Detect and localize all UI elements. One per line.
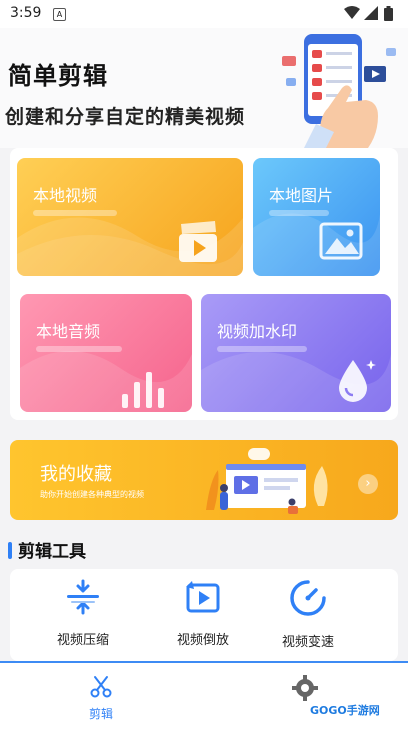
drop-icon	[339, 360, 376, 402]
card-local-audio[interactable]: 本地音频	[20, 294, 192, 412]
card-underline	[33, 210, 117, 216]
video-editing-illustration	[206, 448, 328, 514]
card-underline	[217, 346, 307, 352]
compress-icon	[67, 579, 99, 615]
tool-video-speed[interactable]: 视频变速	[258, 579, 358, 650]
tool-video-reverse[interactable]: 视频倒放	[153, 579, 253, 648]
tab-label: 剪辑	[88, 707, 113, 721]
status-bar: 3:59 A	[0, 0, 408, 28]
chevron-right-icon[interactable]: ›	[358, 474, 378, 494]
section-title: 剪辑工具	[8, 537, 86, 562]
section-accent-bar	[8, 542, 12, 559]
reverse-play-icon	[186, 581, 220, 613]
hero-banner: 简单剪辑 创建和分享自定的精美视频	[0, 28, 408, 148]
card-video-watermark[interactable]: 视频加水印	[201, 294, 391, 412]
image-icon	[319, 222, 363, 260]
tools-panel: 视频压缩 视频倒放 视频变速	[10, 569, 398, 661]
collection-title: 我的收藏	[40, 464, 112, 485]
card-label: 视频加水印	[217, 322, 298, 341]
speed-icon	[290, 580, 326, 616]
watermark-text: GOGO手游网	[310, 704, 380, 717]
tool-label: 视频倒放	[176, 633, 229, 648]
status-time: 3:59	[10, 5, 42, 21]
hero-title: 简单剪辑	[8, 62, 108, 90]
card-label: 本地图片	[269, 186, 334, 205]
section-title-text: 剪辑工具	[18, 542, 86, 562]
my-collection-banner[interactable]: 我的收藏 助你开始创建各种典型的视频 ›	[10, 440, 398, 520]
bottom-tab-bar: 剪辑 GOGO手游网	[0, 661, 408, 729]
battery-icon	[384, 6, 393, 21]
card-local-video[interactable]: 本地视频	[17, 158, 243, 276]
clapperboard-icon	[179, 221, 217, 262]
collection-description: 助你开始创建各种典型的视频	[40, 490, 144, 499]
card-underline	[36, 346, 122, 352]
tab-settings[interactable]	[275, 675, 335, 705]
signal-icon	[364, 6, 378, 20]
wifi-icon	[344, 6, 360, 19]
tool-label: 视频压缩	[56, 633, 109, 648]
phone-hand-illustration	[282, 34, 396, 148]
tool-video-compress[interactable]: 视频压缩	[33, 579, 133, 648]
hero-subtitle: 创建和分享自定的精美视频	[5, 106, 246, 128]
gear-icon	[292, 675, 318, 701]
tab-edit[interactable]: 剪辑	[71, 675, 131, 722]
audio-bars-icon	[122, 372, 164, 408]
card-underline	[269, 210, 329, 216]
card-local-image[interactable]: 本地图片	[253, 158, 380, 276]
tool-label: 视频变速	[281, 635, 334, 650]
card-label: 本地音频	[36, 322, 101, 341]
feature-cards-panel: 本地视频 本地图片 本地音频 视频加水印	[10, 148, 398, 420]
scissors-icon	[90, 676, 112, 698]
card-label: 本地视频	[33, 186, 98, 205]
notification-icon: A	[53, 8, 66, 21]
